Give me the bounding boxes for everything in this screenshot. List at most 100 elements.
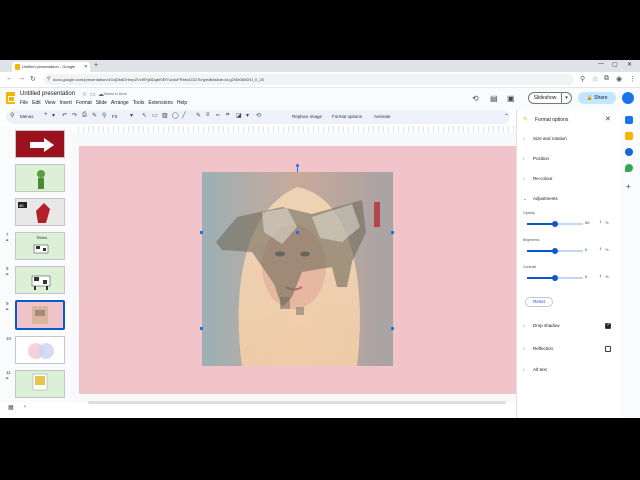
new-slide-icon[interactable]: + bbox=[44, 112, 48, 118]
menu-insert[interactable]: Insert bbox=[59, 100, 72, 106]
menu-help[interactable]: Help bbox=[177, 100, 187, 106]
section-position[interactable]: › Position bbox=[523, 156, 549, 161]
mask-image-icon[interactable]: ◪ bbox=[236, 112, 242, 119]
new-tab-button[interactable]: + bbox=[94, 62, 98, 69]
undo-icon[interactable]: ↶ bbox=[62, 112, 67, 119]
collapse-toolbar-icon[interactable]: ⌃ bbox=[504, 113, 509, 120]
minimize-icon[interactable]: — bbox=[598, 61, 604, 67]
crop-icon[interactable]: ⌗ bbox=[226, 112, 229, 119]
section-size-rotation[interactable]: › Size and rotation bbox=[523, 136, 567, 141]
contrast-value[interactable]: 0 bbox=[585, 274, 587, 279]
menu-arrange[interactable]: Arrange bbox=[111, 100, 129, 106]
mask-dropdown-icon[interactable]: ▾ bbox=[246, 112, 249, 119]
close-window-icon[interactable]: ✕ bbox=[627, 61, 632, 68]
slide-thumbnail[interactable]: TiWes bbox=[15, 232, 65, 260]
collapse-filmstrip-icon[interactable]: ‹ bbox=[24, 404, 26, 410]
url-field[interactable]: ⚲ docs.google.com/presentation/d/1xjDbdD… bbox=[44, 74, 574, 85]
calendar-icon[interactable] bbox=[625, 116, 633, 124]
reset-button[interactable]: Reset bbox=[525, 297, 553, 307]
browser-tab[interactable]: Untitled presentation - Google ✕ bbox=[12, 62, 90, 72]
new-slide-dropdown-icon[interactable]: ▾ bbox=[52, 112, 55, 119]
animate-button[interactable]: Animate bbox=[374, 114, 391, 119]
drop-shadow-checkbox[interactable] bbox=[605, 322, 611, 329]
tasks-icon[interactable] bbox=[625, 148, 633, 156]
resize-handle[interactable] bbox=[296, 231, 299, 234]
section-adjustments[interactable]: ⌄ Adjustments bbox=[523, 196, 558, 202]
menu-view[interactable]: View bbox=[45, 100, 56, 106]
rotation-handle[interactable] bbox=[296, 164, 299, 167]
bookmark-star-icon[interactable]: ☆ bbox=[592, 75, 598, 83]
section-recolour[interactable]: › Re-colour bbox=[523, 176, 553, 181]
redo-icon[interactable]: ↷ bbox=[72, 112, 77, 119]
paint-format-icon[interactable]: ✎ bbox=[92, 112, 97, 119]
maximize-icon[interactable]: ▢ bbox=[612, 61, 618, 68]
menu-file[interactable]: File bbox=[20, 100, 28, 106]
extensions-icon[interactable]: ⧉ bbox=[604, 75, 609, 83]
brightness-value[interactable]: 0 bbox=[585, 247, 587, 252]
slider-knob[interactable] bbox=[552, 274, 558, 281]
text-box-icon[interactable]: ▭ bbox=[152, 112, 158, 119]
slide-thumbnail[interactable]: 4K bbox=[15, 198, 65, 226]
close-panel-icon[interactable]: ✕ bbox=[605, 115, 611, 123]
image-icon[interactable]: ▨ bbox=[162, 112, 168, 119]
horizontal-scrollbar[interactable] bbox=[88, 401, 506, 404]
resize-handle[interactable] bbox=[391, 231, 394, 234]
meet-camera-icon[interactable]: ▣ bbox=[507, 94, 515, 103]
forward-icon[interactable]: → bbox=[18, 75, 25, 82]
menu-edit[interactable]: Edit bbox=[32, 100, 41, 106]
slide-thumbnail[interactable] bbox=[15, 164, 65, 192]
close-tab-icon[interactable]: ✕ bbox=[84, 64, 88, 70]
stepper-icon[interactable]: ⇕ bbox=[599, 247, 602, 251]
zoom-icon-toolbar[interactable]: ⚲ bbox=[102, 112, 106, 119]
border-weight-icon[interactable]: ≡ bbox=[206, 112, 210, 118]
section-alt-text[interactable]: › Alt text bbox=[523, 367, 547, 372]
opacity-value[interactable]: 50 bbox=[585, 220, 589, 225]
border-color-icon[interactable]: ✎ bbox=[196, 112, 201, 119]
history-icon[interactable]: ⟲ bbox=[472, 94, 479, 103]
document-title[interactable]: Untitled presentation bbox=[20, 91, 75, 97]
account-avatar[interactable] bbox=[622, 92, 634, 104]
slideshow-dropdown-icon[interactable]: ▾ bbox=[562, 92, 572, 104]
resize-handle[interactable] bbox=[200, 327, 203, 330]
back-icon[interactable]: ← bbox=[6, 75, 13, 82]
selected-image[interactable] bbox=[202, 172, 393, 366]
browser-menu-icon[interactable]: ⋮ bbox=[629, 75, 636, 83]
resize-handle[interactable] bbox=[391, 327, 394, 330]
star-icon[interactable]: ☆ bbox=[82, 91, 87, 98]
replace-image-button[interactable]: Replace image bbox=[292, 114, 322, 119]
menu-format[interactable]: Format bbox=[76, 100, 92, 106]
stepper-icon[interactable]: ⇕ bbox=[599, 274, 602, 278]
zoom-dropdown-icon[interactable]: ▾ bbox=[130, 112, 133, 119]
contrast-slider[interactable] bbox=[527, 274, 583, 281]
reload-icon[interactable]: ↻ bbox=[30, 75, 36, 83]
stepper-icon[interactable]: ⇕ bbox=[599, 220, 602, 224]
zoom-icon[interactable]: ⚲ bbox=[580, 75, 585, 83]
slide-thumbnail-selected[interactable] bbox=[15, 300, 65, 330]
add-addon-icon[interactable]: + bbox=[626, 182, 631, 191]
search-icon[interactable]: ⚲ bbox=[10, 112, 14, 119]
menu-extensions[interactable]: Extensions bbox=[148, 100, 172, 106]
resize-handle[interactable] bbox=[200, 231, 203, 234]
slide-thumbnail[interactable] bbox=[15, 266, 65, 294]
site-info-icon[interactable]: ⚲ bbox=[47, 76, 51, 82]
shape-icon[interactable]: ◯ bbox=[172, 112, 179, 119]
profile-icon[interactable]: ◉ bbox=[616, 75, 622, 83]
brightness-slider[interactable] bbox=[527, 247, 583, 254]
menu-tools[interactable]: Tools bbox=[133, 100, 145, 106]
zoom-select[interactable]: Fit bbox=[112, 114, 117, 119]
slide-thumbnail[interactable] bbox=[15, 336, 65, 364]
menu-slide[interactable]: Slide bbox=[96, 100, 107, 106]
opacity-slider[interactable] bbox=[527, 220, 583, 227]
slide-thumbnail[interactable] bbox=[15, 130, 65, 158]
reset-image-icon[interactable]: ⟲ bbox=[256, 112, 261, 119]
keep-icon[interactable] bbox=[625, 132, 633, 140]
section-reflection[interactable]: › Reflection bbox=[523, 346, 553, 351]
border-dash-icon[interactable]: ┅ bbox=[216, 112, 220, 119]
search-menus[interactable]: Menus bbox=[20, 114, 34, 119]
reflection-checkbox[interactable] bbox=[605, 346, 611, 352]
slider-knob[interactable] bbox=[552, 247, 558, 254]
format-options-button[interactable]: Format options bbox=[332, 114, 362, 119]
slides-logo-icon[interactable] bbox=[6, 92, 15, 104]
share-button[interactable]: 🔒 Share bbox=[578, 92, 616, 104]
move-folder-icon[interactable]: ▭ bbox=[90, 91, 96, 98]
